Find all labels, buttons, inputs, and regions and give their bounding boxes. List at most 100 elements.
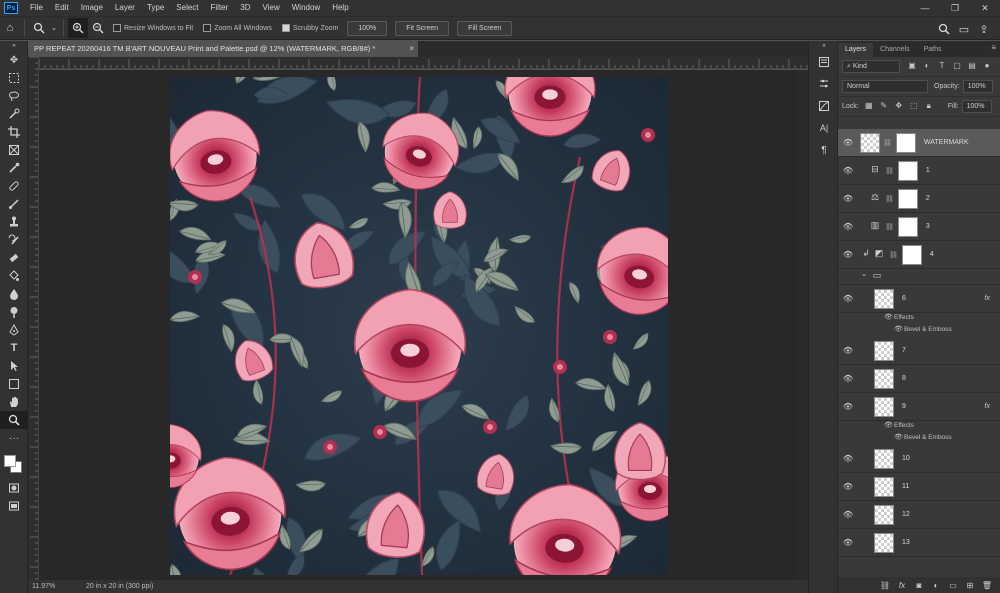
layer-list[interactable]: 👁︎ ⛓︎ WATERMARK 👁︎ ⊟ ⛓︎ 1 👁︎ ⚖︎ ⛓︎ 2 👁︎ … [838, 129, 1000, 577]
screen-mode-icon[interactable] [0, 497, 28, 515]
delete-layer-icon[interactable]: 🗑︎ [980, 581, 994, 590]
filter-kind-dropdown[interactable]: ⌕ Kind [842, 60, 900, 73]
lock-transparency-icon[interactable]: ▦ [863, 101, 875, 113]
canvas-workspace[interactable] [39, 70, 808, 580]
menu-help[interactable]: Help [326, 0, 354, 16]
layer-thumbnail[interactable] [874, 504, 894, 525]
visibility-eye-icon[interactable]: 👁︎ [838, 222, 858, 231]
visibility-eye-icon[interactable]: 👁︎ [838, 510, 858, 519]
levels-icon[interactable]: ▥ [868, 220, 882, 234]
lock-all-icon[interactable]: 🔒︎ [923, 101, 935, 113]
checkbox-checked[interactable] [281, 24, 290, 32]
document-tab[interactable]: PP REPEAT 20260416 TM B'ART NOUVEAU Prin… [28, 41, 418, 57]
pixel-filter-icon[interactable]: ▣ [906, 61, 918, 73]
layer-name[interactable]: 7 [902, 347, 906, 354]
layer-row[interactable]: 👁︎ ⛓︎ WATERMARK [838, 129, 1000, 157]
vertical-ruler[interactable] [28, 57, 39, 580]
layer-row[interactable]: 👁︎ 8 [838, 365, 1000, 393]
menu-view[interactable]: View [257, 0, 286, 16]
visibility-eye-icon[interactable]: 👁︎ [894, 325, 903, 333]
quick-mask-icon[interactable] [0, 479, 28, 497]
layer-row[interactable]: 👁︎ 9 fx [838, 393, 1000, 421]
layer-name[interactable]: 10 [902, 455, 910, 462]
document-size[interactable]: 20 in x 20 in (300 ppi) [86, 580, 153, 593]
lasso-tool-icon[interactable] [0, 87, 28, 105]
zoom-tool-preset-icon[interactable] [29, 18, 49, 38]
lock-pixels-icon[interactable]: ✎ [878, 101, 890, 113]
healing-brush-tool-icon[interactable] [0, 177, 28, 195]
link-chain-icon[interactable]: ⛓︎ [883, 139, 892, 147]
workspace-icon[interactable]: ▭ [954, 19, 974, 39]
layer-thumbnail[interactable] [874, 340, 894, 361]
checkbox[interactable] [203, 24, 212, 32]
bevel-emboss-row[interactable]: 👁︎ Bevel & Emboss [838, 325, 1000, 337]
eraser-tool-icon[interactable] [0, 249, 28, 267]
fit-screen-button[interactable]: Fit Screen [395, 20, 450, 36]
menu-select[interactable]: Select [170, 0, 204, 16]
layer-group-row[interactable]: 👁︎ ⌄ ▭ [838, 269, 1000, 285]
layer-row[interactable]: 👁︎ 10 [838, 445, 1000, 473]
type-filter-icon[interactable]: T [936, 61, 948, 73]
lock-artboard-icon[interactable]: ⬚ [908, 101, 920, 113]
add-mask-icon[interactable]: ◙ [912, 581, 926, 590]
type-tool-icon[interactable]: T [0, 339, 28, 357]
adjustments-panel-icon[interactable] [809, 95, 839, 117]
link-chain-icon[interactable]: ⛓︎ [885, 167, 894, 175]
path-selection-tool-icon[interactable] [0, 357, 28, 375]
tab-channels[interactable]: Channels [873, 43, 917, 57]
visibility-eye-icon[interactable]: 👁︎ [838, 294, 858, 303]
visibility-eye-icon[interactable]: 👁︎ [894, 433, 903, 441]
layer-mask-thumbnail[interactable] [897, 160, 918, 181]
close-window-button[interactable]: ✕ [970, 0, 1000, 16]
foreground-color-swatch[interactable] [4, 455, 16, 467]
layer-row[interactable]: 👁︎ 12 [838, 501, 1000, 529]
pen-tool-icon[interactable] [0, 321, 28, 339]
gradient-tool-icon[interactable] [0, 267, 28, 285]
filter-toggle-icon[interactable]: ● [981, 61, 993, 73]
new-layer-icon[interactable]: ⊞ [963, 581, 977, 590]
visibility-eye-icon[interactable]: 👁︎ [838, 346, 858, 355]
document-canvas[interactable] [170, 77, 668, 575]
resize-windows-checkbox[interactable]: Resize Windows to Fit [113, 24, 193, 32]
restore-button[interactable]: ❐ [940, 0, 970, 16]
chevron-down-icon[interactable]: ⌄ [49, 18, 59, 38]
folder-icon[interactable]: ▭ [870, 270, 884, 284]
visibility-eye-icon[interactable]: 👁︎ [838, 482, 858, 491]
layer-name[interactable]: 2 [926, 195, 930, 202]
menu-filter[interactable]: Filter [205, 0, 235, 16]
horizontal-ruler[interactable] [39, 57, 808, 69]
menu-edit[interactable]: Edit [49, 0, 75, 16]
character-panel-icon[interactable]: A| [809, 117, 839, 139]
visibility-eye-icon[interactable]: 👁︎ [884, 421, 893, 429]
layer-mask-thumbnail[interactable] [901, 244, 922, 265]
layer-thumbnail[interactable] [874, 532, 894, 553]
effects-row[interactable]: 👁︎ Effects [838, 421, 1000, 433]
frame-tool-icon[interactable] [0, 141, 28, 159]
fill-screen-button[interactable]: Fill Screen [457, 20, 513, 36]
link-chain-icon[interactable]: ⛓︎ [885, 195, 894, 203]
visibility-eye-icon[interactable]: 👁︎ [838, 194, 858, 203]
layer-row[interactable]: 👁︎ 13 [838, 529, 1000, 557]
history-panel-icon[interactable] [809, 51, 839, 73]
paragraph-panel-icon[interactable]: ¶ [809, 139, 839, 161]
chevron-down-icon[interactable]: ⌄ [860, 270, 868, 284]
layer-row[interactable]: 👁︎ ⊟ ⛓︎ 1 [838, 157, 1000, 185]
new-group-icon[interactable]: ▭ [946, 581, 960, 590]
layer-thumbnail[interactable] [874, 396, 894, 417]
adjustment-filter-icon[interactable]: ◐ [921, 61, 933, 73]
layer-thumbnail[interactable] [874, 368, 894, 389]
link-chain-icon[interactable]: ⛓︎ [885, 223, 894, 231]
visibility-eye-icon[interactable]: 👁︎ [838, 138, 858, 147]
layer-thumbnail[interactable] [874, 476, 894, 497]
close-tab-icon[interactable]: × [409, 41, 414, 57]
layer-name[interactable]: 8 [902, 375, 906, 382]
new-adjustment-icon[interactable]: ◐ [929, 581, 943, 590]
zoom-in-icon[interactable] [68, 18, 88, 38]
more-tools-icon[interactable]: ··· [0, 429, 28, 447]
layer-name[interactable]: 9 [902, 403, 906, 410]
collapse-icon[interactable]: « [809, 41, 839, 51]
properties-panel-icon[interactable] [809, 73, 839, 95]
effects-row[interactable]: 👁︎ Effects [838, 313, 1000, 325]
blur-tool-icon[interactable] [0, 285, 28, 303]
brush-tool-icon[interactable] [0, 195, 28, 213]
